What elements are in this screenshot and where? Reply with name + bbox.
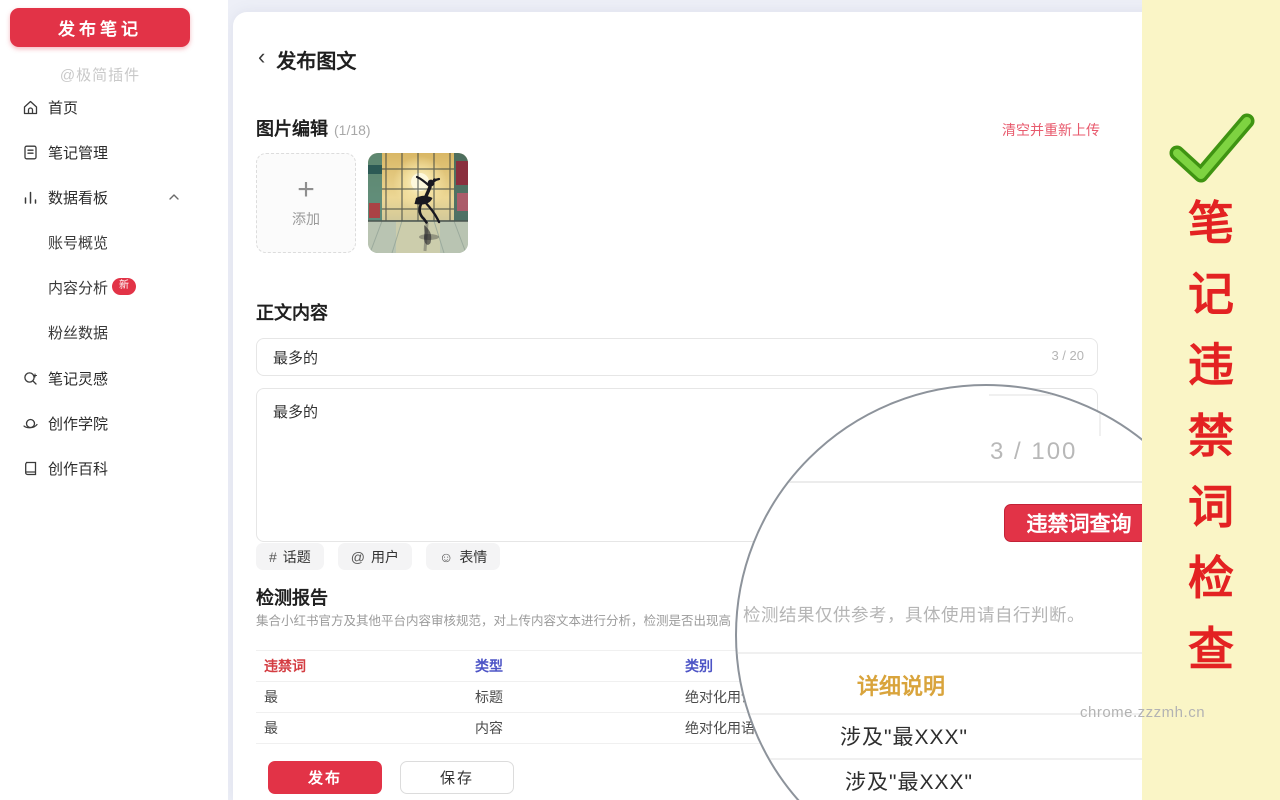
- smiley-icon: ☺: [439, 549, 453, 565]
- col-forbidden-word: 违禁词: [264, 656, 306, 676]
- page-title: 发布图文: [276, 45, 356, 74]
- zoom-cell-detail: 涉及"最XXX": [840, 721, 968, 751]
- sidebar-item-dashboard[interactable]: 数据看板: [0, 180, 228, 214]
- cell-word: 最: [264, 687, 278, 707]
- image-thumbnail[interactable]: [368, 153, 468, 253]
- insert-toolbar: # 话题 @ 用户 ☺ 表情: [256, 543, 500, 570]
- bar-chart-icon: [21, 188, 39, 206]
- emoji-chip-button[interactable]: ☺ 表情: [426, 543, 500, 570]
- sidebar-item-content-analysis[interactable]: 内容分析 新: [0, 270, 228, 304]
- banner-char: 禁: [1188, 413, 1234, 460]
- col-type: 类型: [475, 656, 503, 676]
- banner-vertical-text: 笔 记 违 禁 词 检 查: [1142, 200, 1280, 673]
- content-section-title: 正文内容: [256, 299, 328, 325]
- sidebar-item-label: 首页: [48, 97, 78, 118]
- mention-chip-button[interactable]: @ 用户: [338, 543, 412, 570]
- banner-char: 词: [1188, 484, 1234, 531]
- publish-note-button[interactable]: 发布笔记: [10, 8, 190, 47]
- image-count: (1/18): [334, 122, 371, 138]
- cell-category: 绝对化用语: [685, 718, 755, 738]
- promo-banner: 笔 记 违 禁 词 检 查: [1142, 0, 1280, 800]
- add-image-button[interactable]: + 添加: [256, 153, 356, 253]
- sidebar-item-note-inspiration[interactable]: 笔记灵感: [0, 361, 228, 395]
- banner-char: 违: [1188, 342, 1234, 389]
- sidebar-item-creator-academy[interactable]: 创作学院: [0, 406, 228, 440]
- publish-button[interactable]: 发布: [268, 761, 382, 794]
- sidebar-item-label: 笔记灵感: [48, 368, 108, 389]
- chevron-up-icon[interactable]: [168, 191, 180, 203]
- cell-word: 最: [264, 718, 278, 738]
- zoom-col-detail: 详细说明: [857, 669, 945, 701]
- col-category: 类别: [685, 656, 713, 676]
- title-char-counter: 3 / 20: [1051, 348, 1084, 363]
- site-watermark: chrome.zzzmh.cn: [1080, 704, 1205, 721]
- plus-icon: +: [297, 177, 315, 203]
- zoom-input-corner: [989, 394, 1101, 436]
- sidebar-item-fans-data[interactable]: 粉丝数据: [0, 315, 228, 349]
- sidebar-item-label: 创作百科: [48, 458, 108, 479]
- plugin-watermark: @极简插件: [0, 64, 200, 85]
- inspiration-icon: [21, 369, 39, 387]
- note-icon: [21, 143, 39, 161]
- forbidden-word-check-button[interactable]: 违禁词查询: [1004, 504, 1154, 542]
- report-section-title: 检测报告: [256, 584, 328, 610]
- zoom-report-description: 检测结果仅供参考，具体使用请自行判断。: [743, 602, 1085, 627]
- add-image-label: 添加: [292, 209, 320, 229]
- new-badge: 新: [112, 278, 136, 295]
- save-button[interactable]: 保存: [400, 761, 514, 794]
- sidebar-item-creator-wiki[interactable]: 创作百科: [0, 451, 228, 485]
- chip-label: 表情: [459, 547, 487, 567]
- zoom-body-char-counter: 3 / 100: [990, 438, 1077, 466]
- sidebar-item-label: 创作学院: [48, 413, 108, 434]
- sidebar: 发布笔记 @极简插件 首页 笔记管理 数据看板 账号概览 内容分析 新 粉丝数据: [0, 0, 228, 800]
- report-description: 集合小红书官方及其他平台内容审核规范，对上传内容文本进行分析，检测是否出现高: [256, 610, 731, 629]
- sidebar-item-label: 粉丝数据: [48, 322, 108, 343]
- note-title-input[interactable]: [256, 338, 1098, 376]
- sidebar-item-label: 数据看板: [48, 187, 108, 208]
- chip-label: 用户: [371, 547, 399, 567]
- chip-label: 话题: [283, 547, 311, 567]
- sidebar-item-account-overview[interactable]: 账号概览: [0, 225, 228, 259]
- image-edit-title: 图片编辑(1/18): [256, 115, 371, 141]
- sidebar-item-label: 笔记管理: [48, 142, 108, 163]
- at-icon: @: [351, 549, 365, 565]
- cell-type: 内容: [475, 718, 503, 738]
- banner-char: 记: [1188, 271, 1234, 318]
- academy-icon: [21, 414, 39, 432]
- banner-char: 查: [1188, 626, 1234, 673]
- home-icon: [21, 98, 39, 116]
- zoom-cell-detail: 涉及"最XXX": [845, 766, 973, 796]
- topic-chip-button[interactable]: # 话题: [256, 543, 324, 570]
- back-button[interactable]: ‹ 发布图文: [258, 45, 356, 73]
- banner-char: 检: [1188, 555, 1234, 602]
- sidebar-item-label: 账号概览: [48, 232, 108, 253]
- sidebar-item-label: 内容分析: [48, 277, 108, 298]
- banner-char: 笔: [1188, 200, 1234, 247]
- sidebar-item-note-manage[interactable]: 笔记管理: [0, 135, 228, 169]
- clear-reupload-link[interactable]: 清空并重新上传: [1002, 120, 1100, 140]
- cell-type: 标题: [475, 687, 503, 707]
- check-icon: [1142, 113, 1280, 183]
- hash-icon: #: [269, 549, 277, 565]
- sidebar-item-home[interactable]: 首页: [0, 90, 228, 124]
- book-icon: [21, 459, 39, 477]
- dancer-image: [368, 153, 468, 253]
- back-chevron-icon: ‹: [258, 46, 265, 68]
